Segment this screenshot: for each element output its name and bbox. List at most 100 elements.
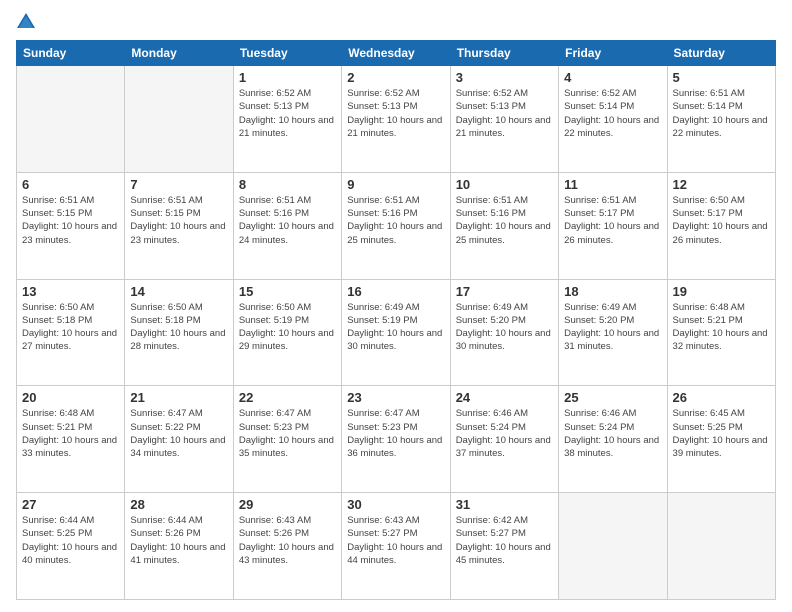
weekday-header-wednesday: Wednesday [342, 41, 450, 66]
day-number: 18 [564, 284, 661, 299]
day-number: 31 [456, 497, 553, 512]
calendar-cell: 16 Sunrise: 6:49 AM Sunset: 5:19 PM Dayli… [342, 279, 450, 386]
calendar-cell: 8 Sunrise: 6:51 AM Sunset: 5:16 PM Daylig… [233, 172, 341, 279]
day-number: 8 [239, 177, 336, 192]
calendar-cell: 26 Sunrise: 6:45 AM Sunset: 5:25 PM Dayli… [667, 386, 775, 493]
day-info: Sunrise: 6:51 AM Sunset: 5:15 PM Dayligh… [130, 194, 227, 247]
day-info: Sunrise: 6:46 AM Sunset: 5:24 PM Dayligh… [564, 407, 661, 460]
day-number: 25 [564, 390, 661, 405]
day-number: 3 [456, 70, 553, 85]
day-info: Sunrise: 6:43 AM Sunset: 5:26 PM Dayligh… [239, 514, 336, 567]
calendar-week-row: 27 Sunrise: 6:44 AM Sunset: 5:25 PM Dayli… [17, 493, 776, 600]
calendar-week-row: 6 Sunrise: 6:51 AM Sunset: 5:15 PM Daylig… [17, 172, 776, 279]
day-number: 24 [456, 390, 553, 405]
day-number: 20 [22, 390, 119, 405]
calendar-cell: 7 Sunrise: 6:51 AM Sunset: 5:15 PM Daylig… [125, 172, 233, 279]
calendar-cell: 10Sunrise: 6:51 AM Sunset: 5:16 PM Dayli… [450, 172, 558, 279]
calendar-cell: 11Sunrise: 6:51 AM Sunset: 5:17 PM Dayli… [559, 172, 667, 279]
day-number: 10 [456, 177, 553, 192]
calendar-week-row: 1 Sunrise: 6:52 AM Sunset: 5:13 PM Daylig… [17, 66, 776, 173]
calendar-cell: 29 Sunrise: 6:43 AM Sunset: 5:26 PM Dayli… [233, 493, 341, 600]
calendar-cell: 6 Sunrise: 6:51 AM Sunset: 5:15 PM Daylig… [17, 172, 125, 279]
calendar-cell: 31 Sunrise: 6:42 AM Sunset: 5:27 PM Dayli… [450, 493, 558, 600]
day-number: 13 [22, 284, 119, 299]
weekday-header-row: SundayMondayTuesdayWednesdayThursdayFrid… [17, 41, 776, 66]
calendar-table: SundayMondayTuesdayWednesdayThursdayFrid… [16, 40, 776, 600]
day-number: 9 [347, 177, 444, 192]
calendar-cell: 1 Sunrise: 6:52 AM Sunset: 5:13 PM Daylig… [233, 66, 341, 173]
day-number: 1 [239, 70, 336, 85]
calendar-cell: 28Sunrise: 6:44 AM Sunset: 5:26 PM Dayli… [125, 493, 233, 600]
calendar-cell [559, 493, 667, 600]
calendar-cell: 25 Sunrise: 6:46 AM Sunset: 5:24 PM Dayli… [559, 386, 667, 493]
day-number: 30 [347, 497, 444, 512]
calendar-cell: 30 Sunrise: 6:43 AM Sunset: 5:27 PM Dayli… [342, 493, 450, 600]
day-info: Sunrise: 6:47 AM Sunset: 5:22 PM Dayligh… [130, 407, 227, 460]
day-info: Sunrise: 6:47 AM Sunset: 5:23 PM Dayligh… [239, 407, 336, 460]
day-info: Sunrise: 6:45 AM Sunset: 5:25 PM Dayligh… [673, 407, 770, 460]
weekday-header-monday: Monday [125, 41, 233, 66]
day-number: 2 [347, 70, 444, 85]
day-number: 5 [673, 70, 770, 85]
day-number: 21 [130, 390, 227, 405]
day-number: 27 [22, 497, 119, 512]
weekday-header-tuesday: Tuesday [233, 41, 341, 66]
day-number: 29 [239, 497, 336, 512]
day-info: Sunrise: 6:52 AM Sunset: 5:13 PM Dayligh… [347, 87, 444, 140]
day-info: Sunrise: 6:49 AM Sunset: 5:20 PM Dayligh… [456, 301, 553, 354]
header [16, 12, 776, 32]
day-number: 15 [239, 284, 336, 299]
day-info: Sunrise: 6:52 AM Sunset: 5:13 PM Dayligh… [239, 87, 336, 140]
day-info: Sunrise: 6:42 AM Sunset: 5:27 PM Dayligh… [456, 514, 553, 567]
weekday-header-friday: Friday [559, 41, 667, 66]
day-info: Sunrise: 6:52 AM Sunset: 5:13 PM Dayligh… [456, 87, 553, 140]
day-number: 14 [130, 284, 227, 299]
calendar-cell: 23 Sunrise: 6:47 AM Sunset: 5:23 PM Dayli… [342, 386, 450, 493]
calendar-cell: 24 Sunrise: 6:46 AM Sunset: 5:24 PM Dayli… [450, 386, 558, 493]
calendar-cell: 18Sunrise: 6:49 AM Sunset: 5:20 PM Dayli… [559, 279, 667, 386]
day-info: Sunrise: 6:43 AM Sunset: 5:27 PM Dayligh… [347, 514, 444, 567]
day-number: 16 [347, 284, 444, 299]
day-number: 19 [673, 284, 770, 299]
day-info: Sunrise: 6:48 AM Sunset: 5:21 PM Dayligh… [673, 301, 770, 354]
day-info: Sunrise: 6:50 AM Sunset: 5:18 PM Dayligh… [130, 301, 227, 354]
day-number: 22 [239, 390, 336, 405]
day-number: 6 [22, 177, 119, 192]
day-info: Sunrise: 6:50 AM Sunset: 5:19 PM Dayligh… [239, 301, 336, 354]
calendar-cell: 12 Sunrise: 6:50 AM Sunset: 5:17 PM Dayli… [667, 172, 775, 279]
calendar-cell [125, 66, 233, 173]
day-info: Sunrise: 6:51 AM Sunset: 5:14 PM Dayligh… [673, 87, 770, 140]
day-info: Sunrise: 6:51 AM Sunset: 5:15 PM Dayligh… [22, 194, 119, 247]
day-info: Sunrise: 6:47 AM Sunset: 5:23 PM Dayligh… [347, 407, 444, 460]
day-info: Sunrise: 6:50 AM Sunset: 5:18 PM Dayligh… [22, 301, 119, 354]
calendar-cell: 14 Sunrise: 6:50 AM Sunset: 5:18 PM Dayli… [125, 279, 233, 386]
calendar-cell [667, 493, 775, 600]
day-number: 17 [456, 284, 553, 299]
calendar-week-row: 20 Sunrise: 6:48 AM Sunset: 5:21 PM Dayli… [17, 386, 776, 493]
day-number: 7 [130, 177, 227, 192]
day-number: 11 [564, 177, 661, 192]
day-info: Sunrise: 6:46 AM Sunset: 5:24 PM Dayligh… [456, 407, 553, 460]
calendar-cell: 13 Sunrise: 6:50 AM Sunset: 5:18 PM Dayli… [17, 279, 125, 386]
calendar-cell: 22 Sunrise: 6:47 AM Sunset: 5:23 PM Dayli… [233, 386, 341, 493]
day-info: Sunrise: 6:49 AM Sunset: 5:19 PM Dayligh… [347, 301, 444, 354]
day-info: Sunrise: 6:51 AM Sunset: 5:16 PM Dayligh… [239, 194, 336, 247]
day-number: 23 [347, 390, 444, 405]
calendar-cell: 2 Sunrise: 6:52 AM Sunset: 5:13 PM Daylig… [342, 66, 450, 173]
day-info: Sunrise: 6:50 AM Sunset: 5:17 PM Dayligh… [673, 194, 770, 247]
day-number: 26 [673, 390, 770, 405]
day-info: Sunrise: 6:48 AM Sunset: 5:21 PM Dayligh… [22, 407, 119, 460]
calendar-cell: 21 Sunrise: 6:47 AM Sunset: 5:22 PM Dayli… [125, 386, 233, 493]
calendar-cell: 17 Sunrise: 6:49 AM Sunset: 5:20 PM Dayli… [450, 279, 558, 386]
calendar-cell: 27 Sunrise: 6:44 AM Sunset: 5:25 PM Dayli… [17, 493, 125, 600]
day-info: Sunrise: 6:44 AM Sunset: 5:25 PM Dayligh… [22, 514, 119, 567]
calendar-cell: 15 Sunrise: 6:50 AM Sunset: 5:19 PM Dayli… [233, 279, 341, 386]
calendar-cell: 4Sunrise: 6:52 AM Sunset: 5:14 PM Daylig… [559, 66, 667, 173]
calendar-cell: 9Sunrise: 6:51 AM Sunset: 5:16 PM Daylig… [342, 172, 450, 279]
weekday-header-sunday: Sunday [17, 41, 125, 66]
calendar-week-row: 13 Sunrise: 6:50 AM Sunset: 5:18 PM Dayli… [17, 279, 776, 386]
day-number: 12 [673, 177, 770, 192]
calendar-cell: 19 Sunrise: 6:48 AM Sunset: 5:21 PM Dayli… [667, 279, 775, 386]
page: SundayMondayTuesdayWednesdayThursdayFrid… [0, 0, 792, 612]
logo [16, 12, 40, 32]
